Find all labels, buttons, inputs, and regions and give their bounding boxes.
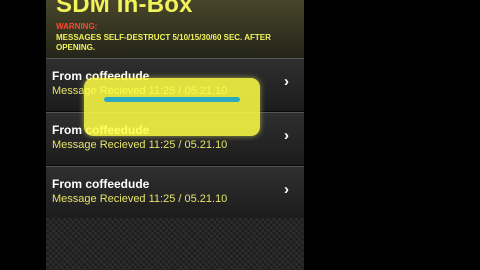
inbox-header: SDM In-Box WARNING: MESSAGES SELF-DESTRU… (46, 0, 304, 58)
loading-dialog (84, 78, 260, 136)
progress-fill (104, 97, 240, 102)
message-received-time: Message Recieved 11:25 / 05.21.10 (52, 139, 228, 151)
chevron-right-icon: › (284, 181, 289, 198)
inbox-title: SDM In-Box (56, 0, 193, 18)
message-row[interactable]: From coffeedude Message Recieved 11:25 /… (46, 166, 304, 220)
message-sender: From coffeedude (52, 177, 150, 191)
warning-label: WARNING: (56, 22, 98, 31)
chevron-right-icon: › (284, 127, 289, 144)
progress-track (104, 97, 240, 102)
warning-text: MESSAGES SELF-DESTRUCT 5/10/15/30/60 SEC… (56, 33, 271, 52)
background-texture (46, 218, 304, 270)
screen-stage: SDM In-Box WARNING: MESSAGES SELF-DESTRU… (0, 0, 480, 270)
chevron-right-icon: › (284, 73, 289, 90)
message-received-time: Message Recieved 11:25 / 05.21.10 (52, 193, 228, 205)
